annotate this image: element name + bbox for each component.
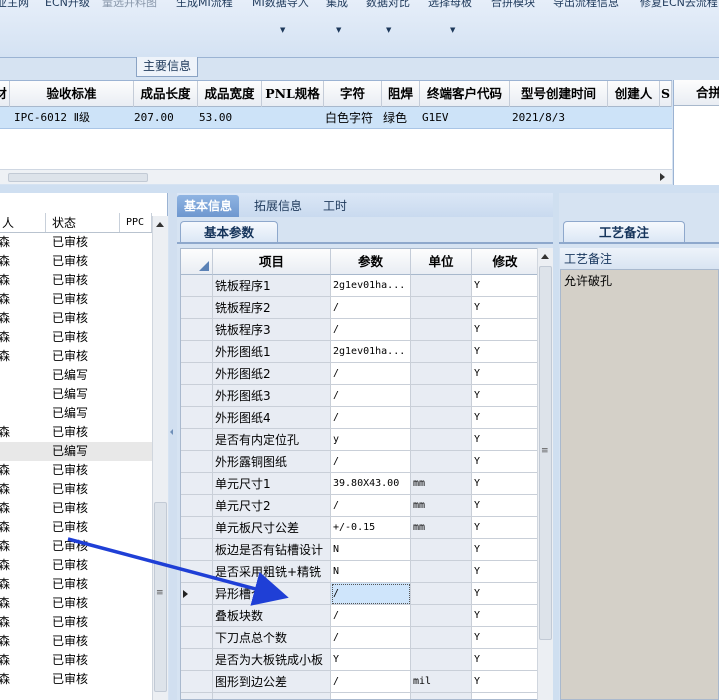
annotation-arrow-icon bbox=[67, 537, 289, 606]
